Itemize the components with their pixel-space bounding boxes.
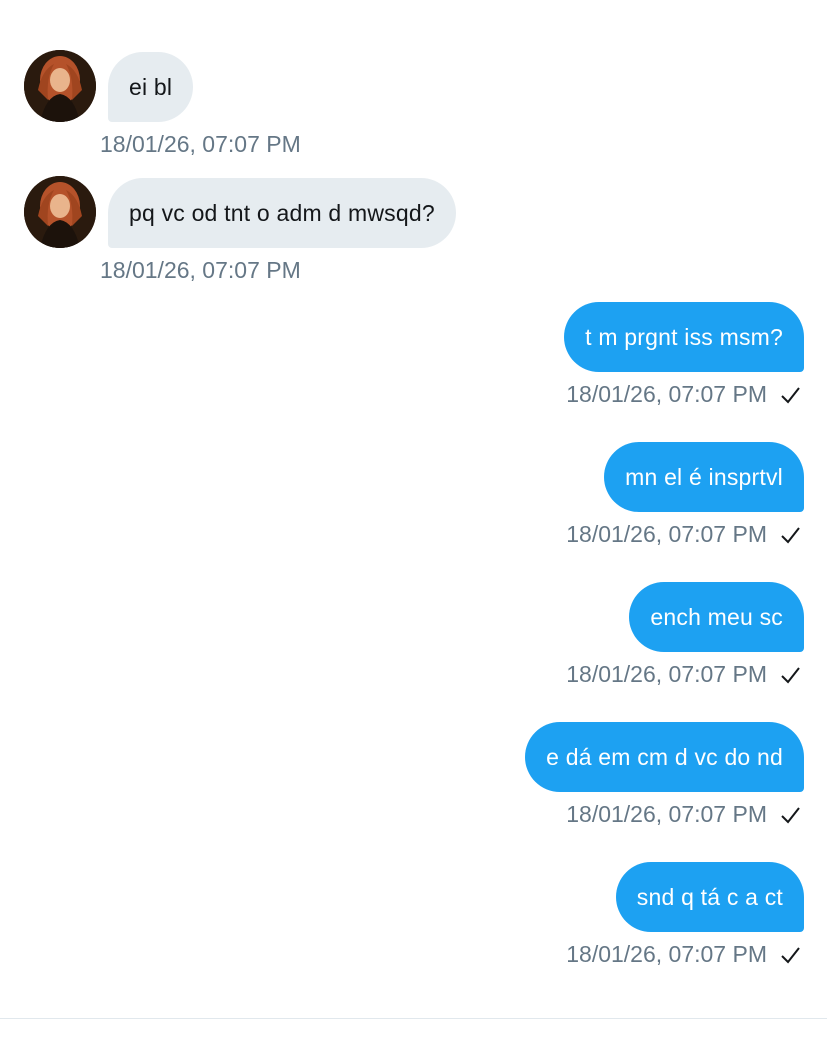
message-timestamp: 18/01/26, 07:07 PM [566, 661, 767, 687]
message-meta: 18/01/26, 07:07 PM [566, 661, 801, 688]
message-text: ei bl [129, 73, 173, 100]
message-timestamp: 18/01/26, 07:07 PM [566, 381, 767, 407]
composer-divider [0, 1018, 827, 1019]
message-text: e dá em cm d vc do nd [546, 743, 783, 770]
check-icon [781, 946, 800, 964]
check-icon [781, 386, 800, 404]
message-meta: 18/01/26, 07:07 PM [566, 941, 801, 968]
message-meta: 18/01/26, 07:07 PM [566, 521, 801, 548]
message-text: t m prgnt iss msm? [585, 323, 783, 350]
message-timestamp: 18/01/26, 07:07 PM [566, 801, 767, 827]
incoming-message-bubble[interactable]: ei bl [108, 52, 194, 122]
check-icon [781, 806, 800, 824]
message-timestamp: 18/01/26, 07:07 PM [566, 941, 767, 967]
check-icon [781, 526, 800, 544]
message-meta: 18/01/26, 07:07 PM [100, 131, 301, 158]
message-text: mn el é insprtvl [625, 463, 783, 490]
message-meta: 18/01/26, 07:07 PM [566, 381, 801, 408]
outgoing-message-bubble[interactable]: snd q tá c a ct [615, 862, 804, 932]
message-text: pq vc od tnt o adm d mwsqd? [129, 199, 435, 226]
contact-avatar[interactable] [24, 176, 96, 248]
message-timestamp: 18/01/26, 07:07 PM [100, 131, 301, 157]
message-timestamp: 18/01/26, 07:07 PM [566, 521, 767, 547]
message-thread: ei bl 18/01/26, 07:07 PM pq vc od tnt o … [0, 0, 827, 1045]
outgoing-message-bubble[interactable]: mn el é insprtvl [604, 442, 804, 512]
outgoing-message-bubble[interactable]: ench meu sc [629, 582, 804, 652]
message-text: ench meu sc [650, 603, 783, 630]
message-text: snd q tá c a ct [636, 883, 783, 910]
message-meta: 18/01/26, 07:07 PM [566, 801, 801, 828]
contact-avatar[interactable] [24, 50, 96, 122]
check-icon [781, 666, 800, 684]
message-meta: 18/01/26, 07:07 PM [100, 257, 301, 284]
message-timestamp: 18/01/26, 07:07 PM [100, 257, 301, 283]
incoming-message-bubble[interactable]: pq vc od tnt o adm d mwsqd? [108, 178, 456, 248]
outgoing-message-bubble[interactable]: t m prgnt iss msm? [564, 302, 804, 372]
outgoing-message-bubble[interactable]: e dá em cm d vc do nd [525, 722, 804, 792]
